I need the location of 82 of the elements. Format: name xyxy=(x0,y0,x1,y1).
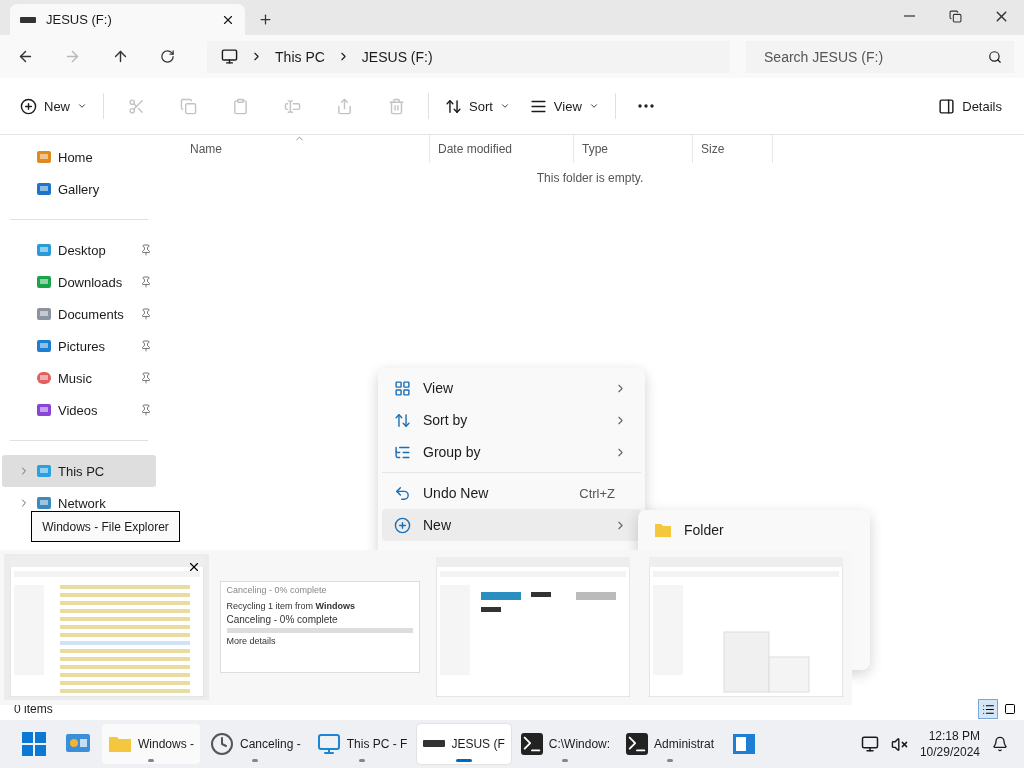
empty-message: This folder is empty. xyxy=(536,171,644,185)
column-header[interactable]: Name xyxy=(182,135,430,163)
menu-item[interactable]: New xyxy=(382,509,641,541)
more-details-link[interactable]: More details xyxy=(226,636,413,646)
notification-icon[interactable] xyxy=(992,736,1008,752)
refresh-icon xyxy=(159,49,175,64)
ellipsis-icon xyxy=(637,104,654,108)
terminal-icon xyxy=(626,733,649,755)
square-icon xyxy=(1004,703,1016,715)
sidebar-item[interactable]: This PC xyxy=(2,455,156,487)
delete-icon xyxy=(387,97,405,115)
menu-item[interactable]: Folder xyxy=(642,514,866,546)
clock-icon xyxy=(210,732,234,756)
taskbar-button[interactable]: JESUS (F xyxy=(417,724,511,764)
menu-item[interactable]: Sort by xyxy=(382,404,641,436)
tooltip: Windows - File Explorer xyxy=(31,511,180,542)
taskbar-button[interactable]: Canceling - xyxy=(204,724,307,764)
details-button[interactable]: Details xyxy=(930,90,1010,122)
control-panel-icon xyxy=(65,733,91,755)
caret-icon xyxy=(588,101,599,111)
column-header[interactable]: Type xyxy=(574,135,693,163)
progress-status: Canceling - 0% complete xyxy=(226,614,339,625)
sidebar-item[interactable]: Videos xyxy=(2,394,156,426)
search-icon xyxy=(988,49,1002,64)
window-tab[interactable]: JESUS (F:) xyxy=(10,4,245,35)
rename-icon xyxy=(283,97,301,115)
folder-icon xyxy=(654,522,672,538)
menu-item[interactable]: Group by xyxy=(382,436,641,468)
undo-icon xyxy=(394,484,411,502)
details-view-button[interactable] xyxy=(978,699,998,719)
view-icon xyxy=(394,379,411,397)
progress-text: Recycling 1 item from Windows xyxy=(226,601,356,611)
restore-icon xyxy=(948,9,962,23)
folder-icon xyxy=(108,734,132,754)
volume-muted-icon[interactable] xyxy=(890,735,908,753)
monitor-icon xyxy=(316,732,341,756)
panel-icon xyxy=(938,97,956,115)
sidebar-item[interactable]: Documents xyxy=(2,298,156,330)
sort-icon xyxy=(394,411,411,429)
list-icon xyxy=(981,702,995,716)
sidebar-item[interactable]: Pictures xyxy=(2,330,156,362)
sidebar-item[interactable]: Home xyxy=(2,141,156,173)
terminal-icon xyxy=(520,733,543,755)
sidebar-item[interactable]: Music xyxy=(2,362,156,394)
copy-icon xyxy=(179,97,197,115)
new-icon xyxy=(394,516,411,534)
caret-icon xyxy=(77,101,87,111)
breadcrumb[interactable]: This PC xyxy=(275,48,325,65)
new-button[interactable]: New xyxy=(12,90,95,122)
taskbar-button[interactable]: C:\Window: xyxy=(514,724,617,764)
monitor-icon xyxy=(221,48,239,65)
tab-title: JESUS (F:) xyxy=(46,12,113,27)
sidebar-item[interactable]: Downloads xyxy=(2,266,156,298)
sort-button[interactable]: Sort xyxy=(437,90,518,122)
drive-icon xyxy=(423,739,446,749)
breadcrumb[interactable]: JESUS (F:) xyxy=(361,48,433,65)
taskbar-button[interactable]: This PC - F xyxy=(310,724,414,764)
window-icon xyxy=(732,733,757,755)
column-header[interactable]: Date modified xyxy=(430,135,574,163)
caret-icon xyxy=(499,101,510,111)
window-thumbnail[interactable]: Canceling - 0% complete Recycling 1 item from Windows Canceling - 0% complete More details xyxy=(217,554,422,700)
search-field[interactable]: Search JESUS (F:) xyxy=(746,40,1014,73)
sidebar-item[interactable]: Desktop xyxy=(2,234,156,266)
close-icon xyxy=(187,560,201,574)
taskbar-button[interactable]: Windows - xyxy=(102,724,200,764)
cut-icon xyxy=(127,97,145,115)
view-button[interactable]: View xyxy=(521,90,607,122)
menu-item[interactable]: Undo New Ctrl+Z xyxy=(382,477,641,509)
taskbar-button[interactable]: Administrat xyxy=(620,724,721,764)
minimize-icon xyxy=(903,15,915,17)
column-header[interactable]: Size xyxy=(693,135,773,163)
menu-item[interactable]: View xyxy=(382,372,641,404)
paste-icon xyxy=(231,97,249,115)
clock[interactable]: 12:18 PM 10/29/2024 xyxy=(919,728,980,760)
plus-icon xyxy=(257,12,273,27)
windows-logo-icon xyxy=(22,732,46,756)
dialog-title: Canceling - 0% complete xyxy=(226,584,328,597)
plus-circle-icon xyxy=(20,97,37,115)
drive-icon xyxy=(20,15,36,24)
sidebar-item[interactable]: Gallery xyxy=(2,173,156,205)
sort-icon xyxy=(445,97,462,115)
share-icon xyxy=(335,97,353,115)
